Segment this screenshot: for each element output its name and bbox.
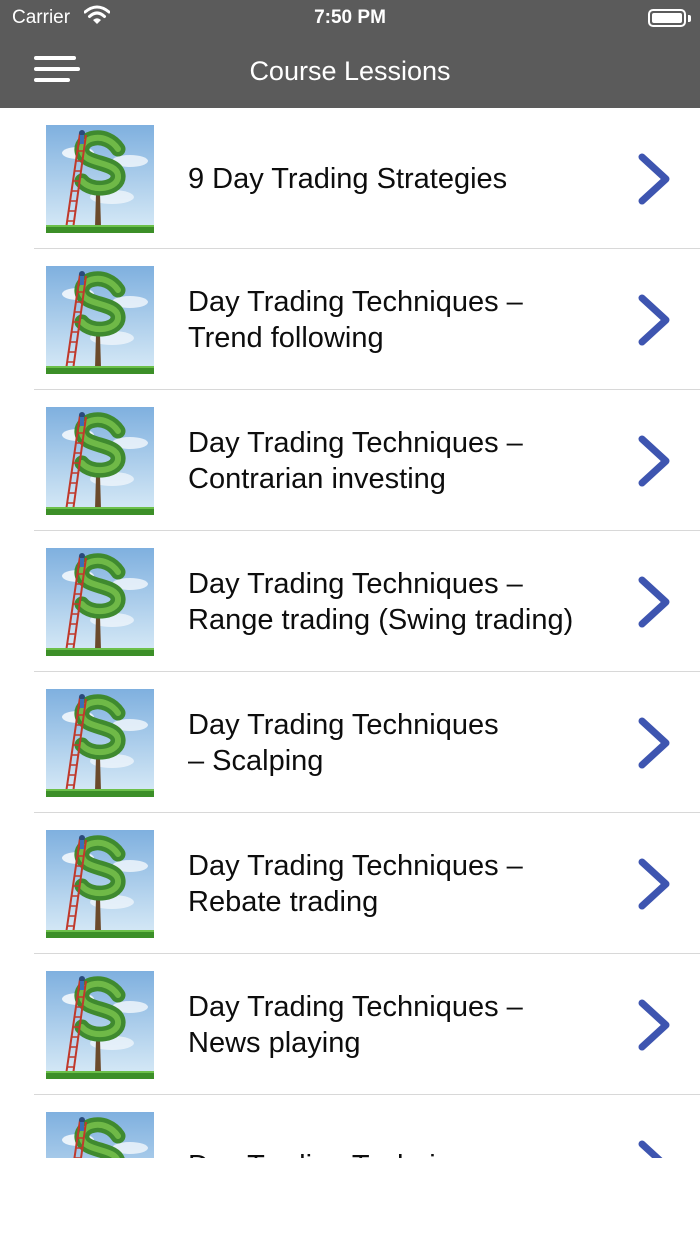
list-item[interactable]: Day Trading Techniques – Scalping: [0, 672, 700, 813]
lesson-title: Day Trading Techniques – Contrarian inve…: [188, 426, 523, 495]
money-tree-icon: [46, 971, 154, 1079]
page-title: Course Lessions: [249, 56, 451, 86]
list-item[interactable]: 9 Day Trading Strategies: [0, 108, 700, 249]
lesson-title: Day Trading Techniques – News playing: [188, 990, 523, 1059]
chevron-right-icon: [634, 433, 674, 489]
money-tree-icon: [46, 689, 154, 797]
list-item[interactable]: Day Trading Techniques – Range trading (…: [0, 531, 700, 672]
money-tree-icon: [46, 407, 154, 515]
battery-icon: [648, 9, 686, 27]
list-item[interactable]: Day Trading Techniques – Rebate trading: [0, 813, 700, 954]
chevron-right-icon: [634, 292, 674, 348]
chevron-right-icon: [634, 856, 674, 912]
lesson-title: Day Trading Techniques – Scalping: [188, 708, 499, 777]
lesson-title: Day Trading Techniques – Rebate trading: [188, 849, 523, 918]
list-item[interactable]: Day Trading Techniques – Contrarian inve…: [0, 390, 700, 531]
clock: 7:50 PM: [314, 7, 386, 28]
money-tree-icon: [46, 548, 154, 656]
lesson-title: Day Trading Techniques – Range trading (…: [188, 567, 574, 636]
chevron-right-icon: [634, 997, 674, 1053]
money-tree-icon: [46, 830, 154, 938]
status-bar: Carrier 7:50 PM: [0, 0, 700, 36]
list-item[interactable]: Day Trading Techniques – News playing: [0, 954, 700, 1095]
money-tree-icon: [46, 266, 154, 374]
chevron-right-icon: [634, 715, 674, 771]
chevron-right-icon: [634, 1138, 674, 1158]
lesson-title: Day Trading Techniques – Trend following: [188, 285, 523, 354]
lesson-title: 9 Day Trading Strategies: [188, 162, 508, 195]
lesson-title: Day Trading Techniques –: [188, 1095, 618, 1159]
list-item[interactable]: Day Trading Techniques –: [0, 1095, 700, 1158]
money-tree-icon: [46, 125, 154, 233]
lesson-list: 9 Day Trading Strategies Day Trading Tech…: [0, 108, 700, 1158]
list-item[interactable]: Day Trading Techniques – Trend following: [0, 249, 700, 390]
navigation-bar: Carrier 7:50 PM Course Lessions: [0, 0, 700, 108]
money-tree-icon: [46, 1112, 154, 1158]
chevron-right-icon: [634, 574, 674, 630]
battery-cap: [688, 15, 691, 22]
chevron-right-icon: [634, 151, 674, 207]
